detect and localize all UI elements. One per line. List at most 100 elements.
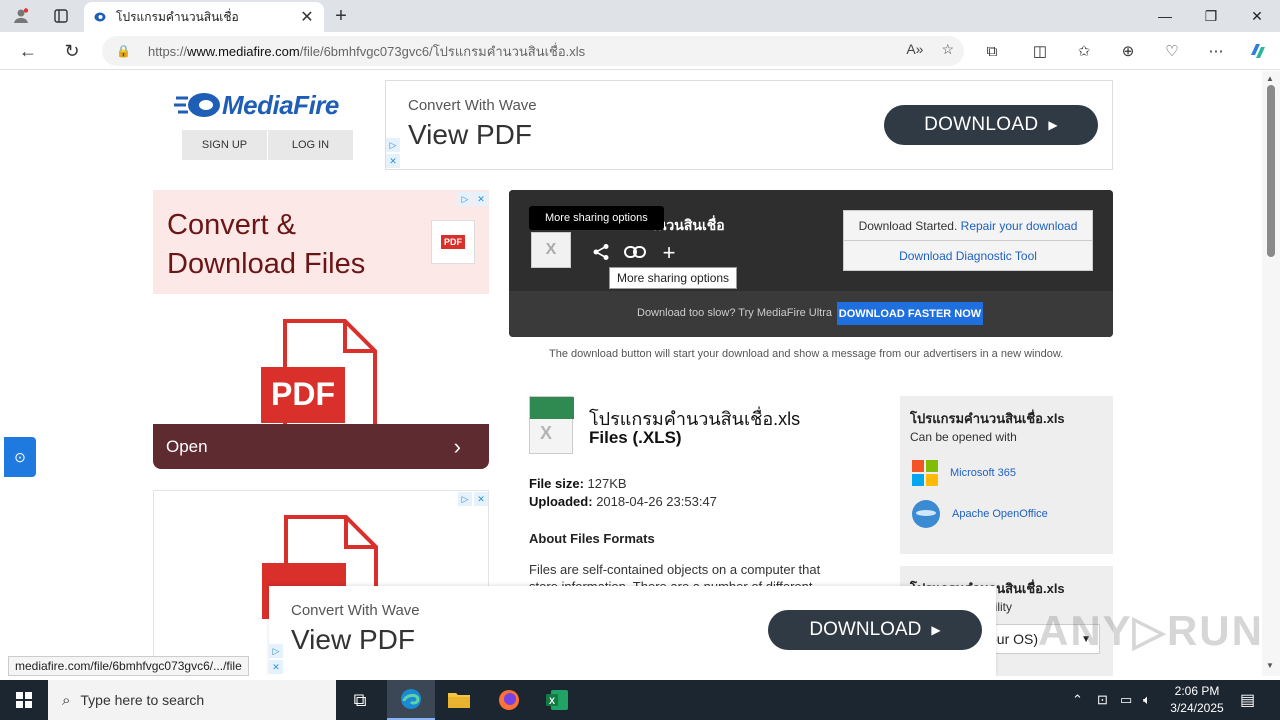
- pdf-icon-label: PDF: [271, 376, 335, 412]
- start-button[interactable]: [0, 680, 48, 720]
- xls-file-icon: X: [531, 232, 571, 268]
- url-prefix: https://: [148, 43, 188, 59]
- plus-icon[interactable]: +: [657, 240, 681, 266]
- adchoices-icon[interactable]: ▷: [458, 492, 472, 506]
- bottom-banner-ad[interactable]: Convert With Wave View PDF DOWNLOAD ▶ ▷ …: [269, 586, 996, 676]
- download-note: The download button will start your down…: [549, 348, 1064, 360]
- ad-download-button[interactable]: DOWNLOAD ▶: [884, 105, 1098, 145]
- url-domain: www.mediafire.com: [187, 43, 300, 59]
- read-aloud-icon[interactable]: A»: [906, 41, 923, 58]
- file-explorer-icon[interactable]: [435, 680, 483, 720]
- notifications-icon[interactable]: ▤: [1240, 680, 1255, 720]
- taskbar-search[interactable]: ⌕ Type here to search: [48, 680, 336, 720]
- favorite-star-icon[interactable]: ☆: [941, 41, 954, 58]
- extensions-icon[interactable]: ⧉: [980, 40, 1004, 62]
- profile-icon[interactable]: [10, 6, 32, 26]
- ad-title: View PDF: [408, 119, 532, 150]
- mediafire-logo[interactable]: MediaFire: [174, 87, 354, 123]
- os-select-value: our OS): [989, 631, 1039, 647]
- adchoices-icon[interactable]: ▷: [386, 138, 400, 152]
- ad-download-label: DOWNLOAD: [809, 619, 922, 640]
- taskbar-clock[interactable]: 2:06 PM 3/24/2025: [1164, 683, 1230, 717]
- play-arrow-icon: ▶: [931, 623, 941, 637]
- about-heading: About Files Formats: [529, 531, 655, 546]
- lock-icon: 🔒: [116, 44, 131, 58]
- back-icon[interactable]: ←: [14, 38, 42, 64]
- tray-chevron-icon[interactable]: ⌃: [1072, 680, 1083, 720]
- tray-display-icon[interactable]: ▭: [1120, 680, 1132, 720]
- search-icon: ⌕: [62, 691, 71, 709]
- ad-subtitle: Convert With Wave: [291, 602, 420, 619]
- favorites-icon[interactable]: ✩: [1072, 40, 1096, 62]
- scroll-thumb[interactable]: [1267, 85, 1275, 257]
- settings-more-icon[interactable]: ⋯: [1204, 40, 1228, 62]
- clock-date: 3/24/2025: [1170, 701, 1224, 715]
- tray-volume-icon[interactable]: 🔈︎: [1143, 680, 1151, 720]
- ad-close-icon[interactable]: ✕: [474, 192, 488, 206]
- status-bar-url: mediafire.com/file/6bmhfvgc073gvc6/.../f…: [8, 656, 249, 676]
- tooltip-more-sharing-top: More sharing options: [529, 206, 664, 230]
- ad-subtitle: Convert With Wave: [408, 97, 537, 114]
- ad-download-button[interactable]: DOWNLOAD ▶: [768, 610, 982, 650]
- xls-file-large-icon: X: [529, 396, 574, 454]
- new-tab-icon[interactable]: +: [330, 5, 352, 27]
- download-box: Download too slow? Try MediaFire Ultra D…: [509, 190, 1113, 337]
- sign-up-button[interactable]: SIGN UP: [182, 130, 268, 160]
- ad-close-icon[interactable]: ✕: [269, 660, 283, 674]
- collections-icon[interactable]: ⊕: [1116, 40, 1140, 62]
- download-faster-button[interactable]: DOWNLOAD FASTER NOW: [837, 302, 983, 325]
- download-started-row: Download Started. Repair your download: [844, 211, 1092, 241]
- app-apache-openoffice[interactable]: Apache OpenOffice: [912, 500, 1048, 528]
- tab-actions-icon[interactable]: [50, 6, 72, 26]
- download-box-lower: Download too slow? Try MediaFire Ultra D…: [509, 291, 1113, 337]
- tab-title: โปรแกรมคำนวนสินเชื่อ: [116, 9, 239, 24]
- top-banner-ad[interactable]: Convert With Wave View PDF DOWNLOAD ▶ ▷ …: [385, 80, 1113, 170]
- app-name: Microsoft 365: [950, 467, 1017, 479]
- ad-open-button[interactable]: Open ›: [153, 424, 489, 469]
- app-microsoft-365[interactable]: Microsoft 365: [912, 460, 1016, 486]
- restore-icon[interactable]: ❐: [1188, 0, 1234, 32]
- side-feedback-button[interactable]: ⊙: [4, 437, 36, 477]
- excel-icon[interactable]: X: [533, 680, 581, 720]
- open-with-subtitle: Can be opened with: [910, 430, 1017, 444]
- tab-bar: โปรแกรมคำนวนสินเชื่อ ✕ + — ❐ ✕: [0, 0, 1280, 32]
- scroll-up-icon[interactable]: ▲: [1266, 74, 1274, 83]
- uploaded-label: Uploaded:: [529, 494, 593, 509]
- refresh-icon[interactable]: ↻: [58, 38, 86, 64]
- web-page: MediaFire SIGN UP LOG IN Convert With Wa…: [4, 71, 1260, 676]
- ad-close-icon[interactable]: ✕: [386, 154, 400, 168]
- address-bar[interactable]: 🔒 https://www.mediafire.com/file/6bmhfvg…: [102, 36, 964, 66]
- share-icon[interactable]: [589, 243, 613, 266]
- split-screen-icon[interactable]: ◫: [1028, 40, 1052, 62]
- file-size-label: File size:: [529, 476, 584, 491]
- firefox-icon[interactable]: [485, 680, 533, 720]
- browser-essentials-icon[interactable]: ♡: [1160, 40, 1184, 62]
- edge-taskbar-icon[interactable]: [387, 680, 435, 720]
- search-placeholder: Type here to search: [80, 692, 205, 708]
- left-ad-convert[interactable]: Convert & Download Files PDF ▷ ✕ PDF Ope…: [153, 190, 489, 470]
- copilot-icon[interactable]: [1246, 40, 1270, 62]
- adchoices-icon[interactable]: ▷: [458, 192, 472, 206]
- scroll-down-icon[interactable]: ▼: [1266, 661, 1274, 670]
- uploaded-row: Uploaded: 2018-04-26 23:53:47: [529, 494, 717, 509]
- log-in-button[interactable]: LOG IN: [268, 130, 354, 160]
- file-size-row: File size: 127KB: [529, 476, 627, 491]
- minimize-icon[interactable]: —: [1142, 0, 1188, 32]
- adchoices-icon[interactable]: ▷: [269, 644, 283, 658]
- task-view-icon[interactable]: ⧉: [336, 680, 384, 720]
- window-close-icon[interactable]: ✕: [1234, 0, 1280, 32]
- logo-text: MediaFire: [222, 89, 339, 120]
- tab-active[interactable]: โปรแกรมคำนวนสินเชื่อ ✕: [84, 2, 324, 32]
- copy-link-icon[interactable]: [623, 243, 647, 264]
- ad-open-label: Open: [166, 436, 208, 456]
- tab-close-icon[interactable]: ✕: [298, 7, 316, 27]
- open-with-panel: โปรแกรมคำนวนสินเชื่อ.xls Can be opened w…: [900, 396, 1113, 554]
- anyrun-watermark: ANY▷RUN: [1038, 607, 1260, 654]
- repair-download-link[interactable]: Repair your download: [961, 219, 1078, 233]
- page-scrollbar[interactable]: ▲ ▼: [1262, 71, 1280, 676]
- download-started-panel: Download Started. Repair your download D…: [843, 210, 1093, 271]
- open-with-title: โปรแกรมคำนวนสินเชื่อ.xls: [910, 411, 1065, 426]
- diagnostic-tool-link[interactable]: Download Diagnostic Tool: [844, 241, 1092, 271]
- ad-close-icon[interactable]: ✕: [474, 492, 488, 506]
- tray-network-icon[interactable]: ⊡: [1097, 680, 1108, 720]
